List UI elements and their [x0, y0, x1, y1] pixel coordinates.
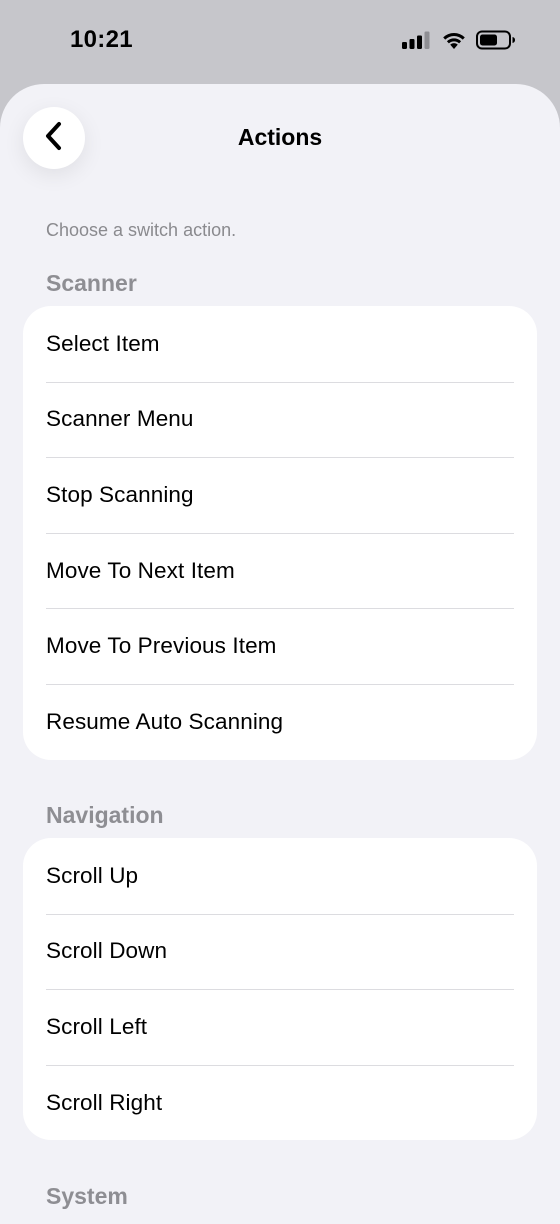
list-item-resume-auto-scanning[interactable]: Resume Auto Scanning	[23, 683, 537, 760]
list-item-label: Stop Scanning	[46, 481, 194, 507]
cellular-signal-icon	[402, 31, 432, 54]
list-item-stop-scanning[interactable]: Stop Scanning	[23, 457, 537, 533]
list-item-label: Scroll Right	[46, 1089, 163, 1115]
list-item-label: Scroll Up	[46, 862, 139, 888]
section-header-system: System	[46, 1183, 128, 1209]
scanner-actions-group: Select Item Scanner Menu Stop Scanning M…	[23, 306, 537, 760]
section-header-scanner: Scanner	[46, 270, 137, 296]
list-item-scroll-down[interactable]: Scroll Down	[23, 913, 537, 990]
battery-icon	[476, 30, 516, 55]
status-icons	[402, 30, 516, 55]
list-item-label: Select Item	[46, 330, 160, 356]
list-item-scroll-up[interactable]: Scroll Up	[23, 838, 537, 914]
list-item-scanner-menu[interactable]: Scanner Menu	[23, 381, 537, 458]
list-item-scroll-right[interactable]: Scroll Right	[23, 1064, 537, 1141]
list-item-move-to-next-item[interactable]: Move To Next Item	[23, 532, 537, 609]
list-item-label: Move To Previous Item	[46, 633, 277, 659]
section-header-navigation: Navigation	[46, 802, 164, 828]
actions-sheet: Actions Choose a switch action. Scanner …	[0, 84, 560, 1224]
wifi-icon	[441, 30, 467, 55]
list-item-move-to-previous-item[interactable]: Move To Previous Item	[23, 608, 537, 684]
navigation-actions-group: Scroll Up Scroll Down Scroll Left Scroll…	[23, 838, 537, 1141]
list-item-label: Resume Auto Scanning	[46, 708, 284, 734]
list-item-label: Move To Next Item	[46, 557, 235, 583]
list-item-label: Scroll Left	[46, 1013, 148, 1039]
page-subtitle: Choose a switch action.	[46, 220, 237, 240]
list-item-select-item[interactable]: Select Item	[23, 306, 537, 382]
list-item-label: Scanner Menu	[46, 406, 194, 432]
status-time: 10:21	[70, 26, 133, 53]
status-bar: 10:21	[0, 0, 560, 86]
page-title: Actions	[237, 124, 323, 150]
list-item-label: Scroll Down	[46, 938, 168, 964]
list-item-scroll-left[interactable]: Scroll Left	[23, 989, 537, 1065]
